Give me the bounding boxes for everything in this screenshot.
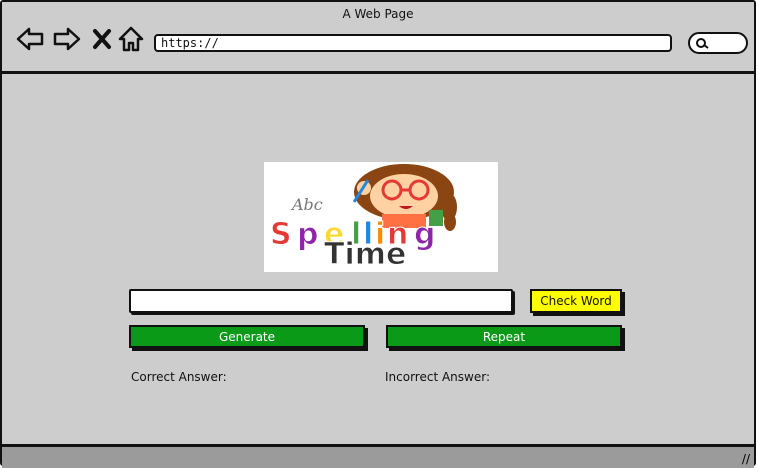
logo-subtitle-text: Time (324, 237, 406, 272)
window-title: A Web Page (342, 7, 414, 21)
logo-letter: p (297, 217, 318, 252)
back-arrow-icon[interactable] (15, 24, 45, 54)
status-bar: // (2, 444, 754, 468)
search-box[interactable] (688, 32, 748, 54)
home-icon[interactable] (116, 24, 146, 54)
forward-arrow-icon[interactable] (52, 24, 82, 54)
spelling-time-logo: Abc Spelling Time (264, 162, 498, 272)
logo-letter: g (414, 217, 435, 252)
word-input[interactable] (129, 289, 513, 313)
url-field[interactable]: https:// (154, 34, 672, 52)
logo-illustration: Abc Spelling Time (270, 164, 457, 272)
check-word-button[interactable]: Check Word (530, 289, 622, 313)
browser-window: A Web Page https:// Abc S p e l l i n g … (0, 0, 756, 468)
repeat-button[interactable]: Repeat (386, 325, 622, 348)
generate-button[interactable]: Generate (129, 325, 365, 348)
incorrect-answer-label: Incorrect Answer: (385, 370, 491, 384)
logo-letter: S (270, 217, 292, 252)
search-icon (696, 38, 709, 49)
correct-answer-label: Correct Answer: (131, 370, 227, 384)
resize-handle-icon[interactable]: // (742, 452, 750, 466)
browser-toolbar: A Web Page https:// (2, 2, 754, 74)
close-x-icon[interactable] (89, 24, 115, 54)
logo-abc-text: Abc (290, 195, 323, 214)
